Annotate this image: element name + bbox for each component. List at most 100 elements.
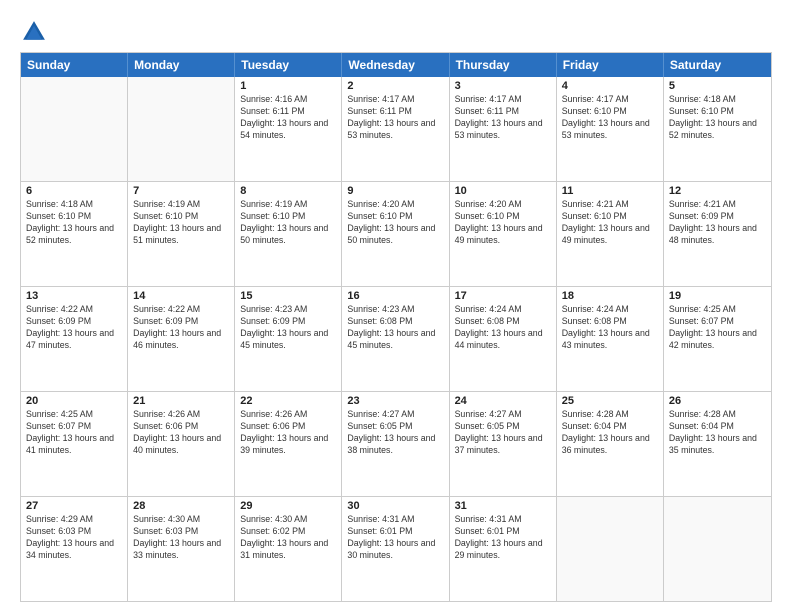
cal-cell-3-3: 15 Sunrise: 4:23 AM Sunset: 6:09 PM Dayli…: [235, 287, 342, 391]
cal-cell-1-3: 1Sunrise: 4:16 AM Sunset: 6:11 PM Daylig…: [235, 77, 342, 181]
calendar-week-2: 6 Sunrise: 4:18 AM Sunset: 6:10 PM Daylig…: [21, 181, 771, 286]
cell-info: Sunrise: 4:24 AM Sunset: 6:08 PM Dayligh…: [562, 304, 658, 352]
cal-cell-1-2: [128, 77, 235, 181]
cell-info: Sunrise: 4:21 AM Sunset: 6:10 PM Dayligh…: [562, 199, 658, 247]
cal-cell-4-4: 23Sunrise: 4:27 AM Sunset: 6:05 PM Dayli…: [342, 392, 449, 496]
calendar-body: 1Sunrise: 4:16 AM Sunset: 6:11 PM Daylig…: [21, 77, 771, 601]
cal-cell-4-2: 21 Sunrise: 4:26 AM Sunset: 6:06 PM Dayli…: [128, 392, 235, 496]
cal-cell-4-1: 20 Sunrise: 4:25 AM Sunset: 6:07 PM Dayli…: [21, 392, 128, 496]
header-day-monday: Monday: [128, 53, 235, 77]
calendar-week-4: 20 Sunrise: 4:25 AM Sunset: 6:07 PM Dayli…: [21, 391, 771, 496]
day-number: 17: [455, 290, 551, 302]
logo-icon: [20, 18, 48, 46]
cell-info: Sunrise: 4:18 AM Sunset: 6:10 PM Dayligh…: [669, 94, 766, 142]
cal-cell-5-2: 28 Sunrise: 4:30 AM Sunset: 6:03 PM Dayli…: [128, 497, 235, 601]
cell-info: Sunrise: 4:17 AM Sunset: 6:11 PM Dayligh…: [455, 94, 551, 142]
header: [20, 18, 772, 46]
day-number: 30: [347, 500, 443, 512]
day-number: 11: [562, 185, 658, 197]
cal-cell-2-2: 7 Sunrise: 4:19 AM Sunset: 6:10 PM Daylig…: [128, 182, 235, 286]
cal-cell-2-6: 11 Sunrise: 4:21 AM Sunset: 6:10 PM Dayli…: [557, 182, 664, 286]
cal-cell-5-5: 31Sunrise: 4:31 AM Sunset: 6:01 PM Dayli…: [450, 497, 557, 601]
cell-info: Sunrise: 4:29 AM Sunset: 6:03 PM Dayligh…: [26, 514, 122, 562]
header-day-sunday: Sunday: [21, 53, 128, 77]
day-number: 22: [240, 395, 336, 407]
day-number: 15: [240, 290, 336, 302]
day-number: 14: [133, 290, 229, 302]
cal-cell-2-1: 6 Sunrise: 4:18 AM Sunset: 6:10 PM Daylig…: [21, 182, 128, 286]
day-number: 9: [347, 185, 443, 197]
header-day-wednesday: Wednesday: [342, 53, 449, 77]
cal-cell-3-1: 13 Sunrise: 4:22 AM Sunset: 6:09 PM Dayli…: [21, 287, 128, 391]
cell-info: Sunrise: 4:21 AM Sunset: 6:09 PM Dayligh…: [669, 199, 766, 247]
cell-info: Sunrise: 4:20 AM Sunset: 6:10 PM Dayligh…: [455, 199, 551, 247]
cell-info: Sunrise: 4:23 AM Sunset: 6:09 PM Dayligh…: [240, 304, 336, 352]
day-number: 19: [669, 290, 766, 302]
calendar: SundayMondayTuesdayWednesdayThursdayFrid…: [20, 52, 772, 602]
cell-info: Sunrise: 4:19 AM Sunset: 6:10 PM Dayligh…: [240, 199, 336, 247]
day-number: 25: [562, 395, 658, 407]
cell-info: Sunrise: 4:27 AM Sunset: 6:05 PM Dayligh…: [455, 409, 551, 457]
day-number: 5: [669, 80, 766, 92]
cell-info: Sunrise: 4:24 AM Sunset: 6:08 PM Dayligh…: [455, 304, 551, 352]
cal-cell-1-4: 2 Sunrise: 4:17 AM Sunset: 6:11 PM Daylig…: [342, 77, 449, 181]
cal-cell-4-6: 25 Sunrise: 4:28 AM Sunset: 6:04 PM Dayli…: [557, 392, 664, 496]
logo: [20, 18, 52, 46]
day-number: 13: [26, 290, 122, 302]
day-number: 12: [669, 185, 766, 197]
cell-info: Sunrise: 4:20 AM Sunset: 6:10 PM Dayligh…: [347, 199, 443, 247]
day-number: 7: [133, 185, 229, 197]
header-day-tuesday: Tuesday: [235, 53, 342, 77]
cell-info: Sunrise: 4:26 AM Sunset: 6:06 PM Dayligh…: [240, 409, 336, 457]
cell-info: Sunrise: 4:25 AM Sunset: 6:07 PM Dayligh…: [669, 304, 766, 352]
day-number: 20: [26, 395, 122, 407]
cell-info: Sunrise: 4:25 AM Sunset: 6:07 PM Dayligh…: [26, 409, 122, 457]
cell-info: Sunrise: 4:28 AM Sunset: 6:04 PM Dayligh…: [669, 409, 766, 457]
cell-info: Sunrise: 4:26 AM Sunset: 6:06 PM Dayligh…: [133, 409, 229, 457]
cell-info: Sunrise: 4:28 AM Sunset: 6:04 PM Dayligh…: [562, 409, 658, 457]
calendar-week-3: 13 Sunrise: 4:22 AM Sunset: 6:09 PM Dayli…: [21, 286, 771, 391]
cal-cell-1-6: 4Sunrise: 4:17 AM Sunset: 6:10 PM Daylig…: [557, 77, 664, 181]
cal-cell-4-5: 24 Sunrise: 4:27 AM Sunset: 6:05 PM Dayli…: [450, 392, 557, 496]
calendar-week-5: 27Sunrise: 4:29 AM Sunset: 6:03 PM Dayli…: [21, 496, 771, 601]
cell-info: Sunrise: 4:18 AM Sunset: 6:10 PM Dayligh…: [26, 199, 122, 247]
cal-cell-2-3: 8 Sunrise: 4:19 AM Sunset: 6:10 PM Daylig…: [235, 182, 342, 286]
day-number: 21: [133, 395, 229, 407]
header-day-friday: Friday: [557, 53, 664, 77]
day-number: 4: [562, 80, 658, 92]
cal-cell-3-5: 17 Sunrise: 4:24 AM Sunset: 6:08 PM Dayli…: [450, 287, 557, 391]
cal-cell-3-6: 18 Sunrise: 4:24 AM Sunset: 6:08 PM Dayli…: [557, 287, 664, 391]
cell-info: Sunrise: 4:16 AM Sunset: 6:11 PM Dayligh…: [240, 94, 336, 142]
cal-cell-4-7: 26Sunrise: 4:28 AM Sunset: 6:04 PM Dayli…: [664, 392, 771, 496]
cal-cell-2-7: 12 Sunrise: 4:21 AM Sunset: 6:09 PM Dayli…: [664, 182, 771, 286]
cell-info: Sunrise: 4:23 AM Sunset: 6:08 PM Dayligh…: [347, 304, 443, 352]
day-number: 23: [347, 395, 443, 407]
calendar-header-row: SundayMondayTuesdayWednesdayThursdayFrid…: [21, 53, 771, 77]
header-day-saturday: Saturday: [664, 53, 771, 77]
cell-info: Sunrise: 4:17 AM Sunset: 6:11 PM Dayligh…: [347, 94, 443, 142]
day-number: 18: [562, 290, 658, 302]
cell-info: Sunrise: 4:19 AM Sunset: 6:10 PM Dayligh…: [133, 199, 229, 247]
cal-cell-1-5: 3 Sunrise: 4:17 AM Sunset: 6:11 PM Daylig…: [450, 77, 557, 181]
cal-cell-2-4: 9 Sunrise: 4:20 AM Sunset: 6:10 PM Daylig…: [342, 182, 449, 286]
cell-info: Sunrise: 4:22 AM Sunset: 6:09 PM Dayligh…: [26, 304, 122, 352]
day-number: 24: [455, 395, 551, 407]
cal-cell-5-3: 29Sunrise: 4:30 AM Sunset: 6:02 PM Dayli…: [235, 497, 342, 601]
cal-cell-5-6: [557, 497, 664, 601]
calendar-week-1: 1Sunrise: 4:16 AM Sunset: 6:11 PM Daylig…: [21, 77, 771, 181]
cell-info: Sunrise: 4:30 AM Sunset: 6:03 PM Dayligh…: [133, 514, 229, 562]
day-number: 16: [347, 290, 443, 302]
page: SundayMondayTuesdayWednesdayThursdayFrid…: [0, 0, 792, 612]
day-number: 3: [455, 80, 551, 92]
day-number: 10: [455, 185, 551, 197]
day-number: 2: [347, 80, 443, 92]
cal-cell-1-7: 5 Sunrise: 4:18 AM Sunset: 6:10 PM Daylig…: [664, 77, 771, 181]
day-number: 8: [240, 185, 336, 197]
day-number: 28: [133, 500, 229, 512]
cal-cell-5-1: 27Sunrise: 4:29 AM Sunset: 6:03 PM Dayli…: [21, 497, 128, 601]
cell-info: Sunrise: 4:31 AM Sunset: 6:01 PM Dayligh…: [347, 514, 443, 562]
cal-cell-2-5: 10 Sunrise: 4:20 AM Sunset: 6:10 PM Dayli…: [450, 182, 557, 286]
cal-cell-1-1: [21, 77, 128, 181]
cal-cell-4-3: 22 Sunrise: 4:26 AM Sunset: 6:06 PM Dayli…: [235, 392, 342, 496]
day-number: 6: [26, 185, 122, 197]
